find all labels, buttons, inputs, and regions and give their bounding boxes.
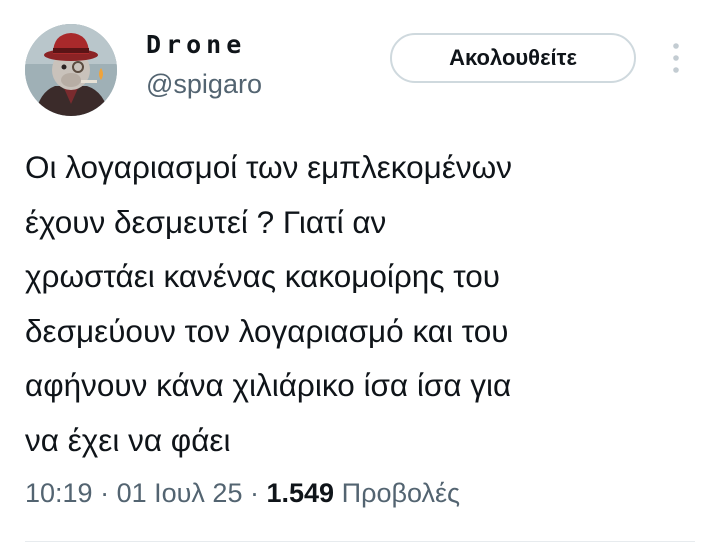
following-button[interactable]: Ακολουθείτε: [390, 33, 636, 83]
avatar-character-icon: [25, 24, 117, 116]
tweet-date[interactable]: 01 Ιουλ 25: [117, 478, 243, 508]
author-handle[interactable]: @spigaro: [146, 68, 262, 100]
views-count[interactable]: 1.549: [267, 478, 335, 508]
tweet-time[interactable]: 10:19: [25, 478, 93, 508]
more-vertical-icon[interactable]: [664, 40, 688, 76]
avatar[interactable]: [25, 24, 117, 116]
divider: [25, 541, 695, 542]
tweet-card: Drone @spigaro Ακολουθείτε Οι λογαριασμο…: [0, 0, 720, 553]
tweet-text: Οι λογαριασμοί των εμπλεκομένων έχουν δε…: [25, 149, 512, 458]
views-label[interactable]: Προβολές: [342, 478, 460, 508]
meta-separator: ·: [249, 478, 259, 508]
tweet-meta: 10:19 · 01 Ιουλ 25 · 1.549 Προβολές: [25, 475, 460, 511]
meta-separator: ·: [100, 478, 110, 508]
author-display-name[interactable]: Drone: [146, 30, 246, 60]
